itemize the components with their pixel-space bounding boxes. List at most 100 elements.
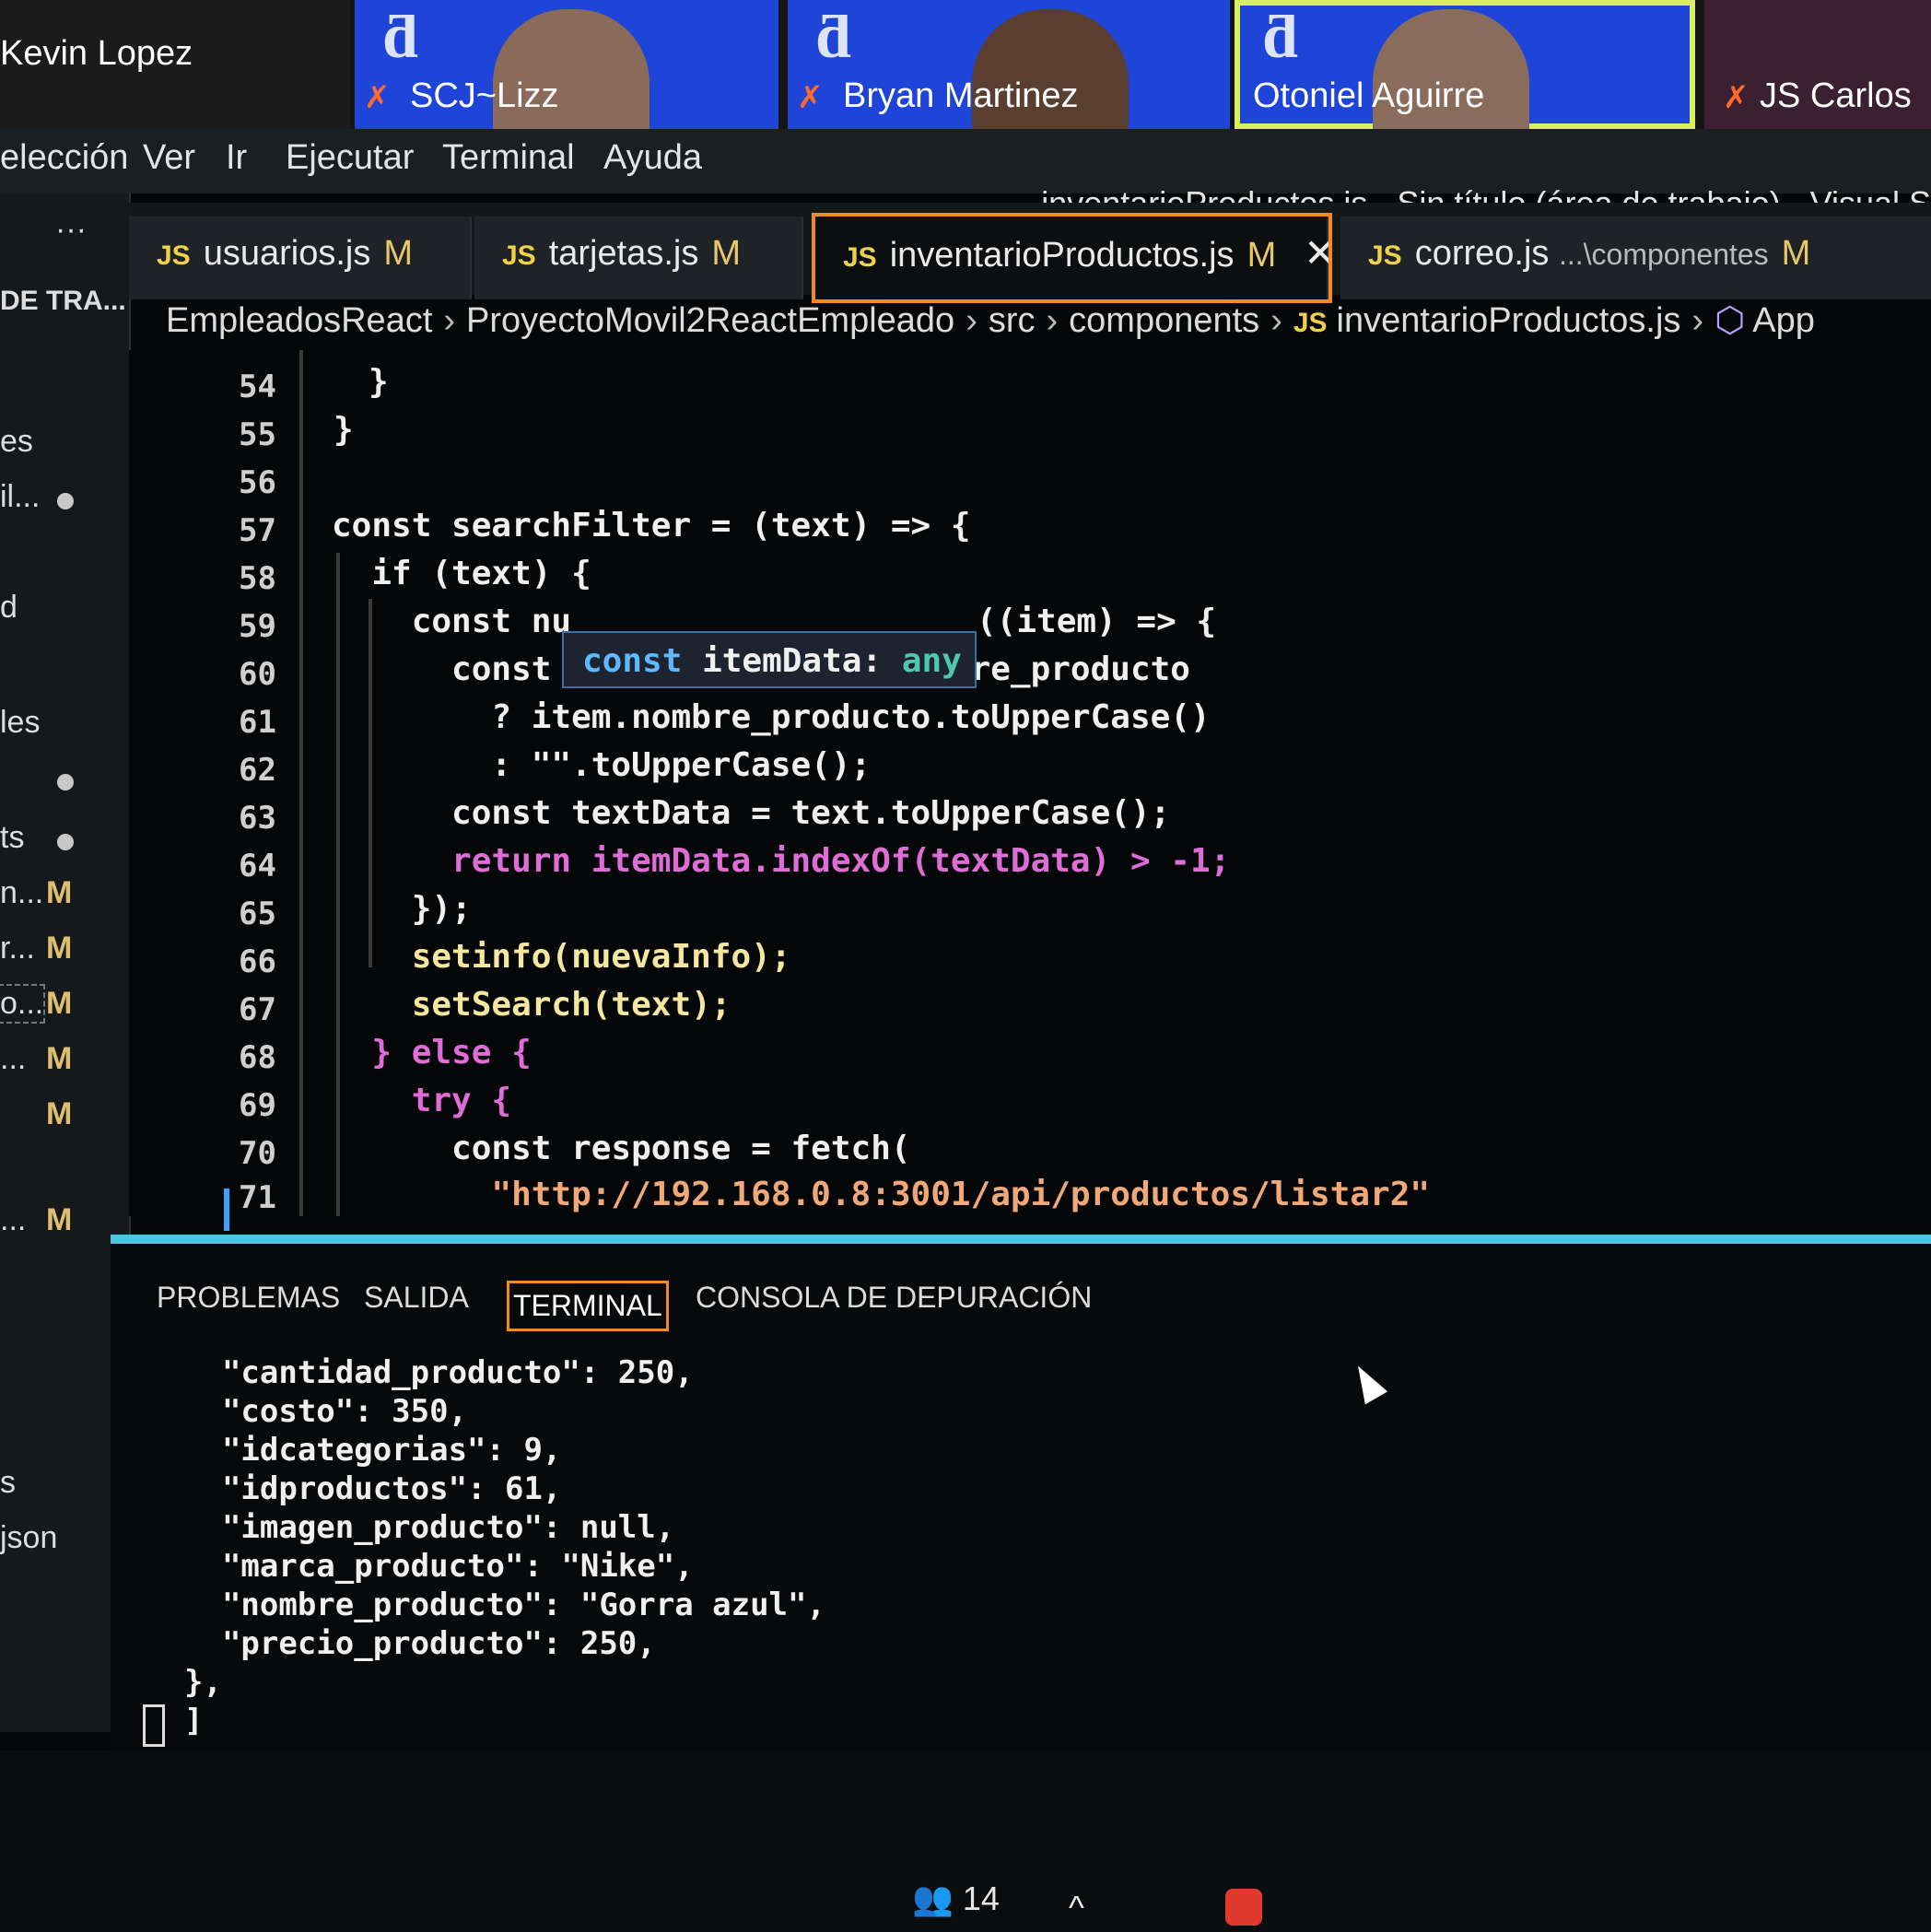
tab-label: correo.js: [1414, 234, 1550, 273]
tab-salida[interactable]: SALIDA: [364, 1281, 469, 1315]
js-file-icon: JS: [843, 242, 877, 273]
more-actions-icon[interactable]: ···: [55, 212, 87, 248]
file-item-selected[interactable]: o...: [0, 984, 46, 1024]
terminal-line: "cantidad_producto": 250,: [184, 1354, 694, 1391]
code-line: "http://192.168.0.8:3001/api/productos/l…: [332, 1176, 1431, 1213]
file-item[interactable]: es: [0, 424, 33, 460]
taskbar: 👥 14 ^: [0, 1751, 1931, 1932]
tab-problemas[interactable]: PROBLEMAS: [157, 1281, 340, 1315]
line-number: 56: [239, 464, 276, 501]
line-number: 64: [239, 848, 276, 884]
line-number: 67: [239, 991, 276, 1028]
hover-tooltip: const itemData: any: [562, 631, 977, 688]
tab-label: tarjetas.js: [548, 234, 699, 273]
modified-badge: M: [46, 875, 73, 910]
menu-ejecutar[interactable]: Ejecutar: [286, 138, 414, 178]
menu-seleccion[interactable]: elección: [0, 138, 128, 178]
terminal-line: "costo": 350,: [184, 1393, 468, 1430]
file-item[interactable]: ts: [0, 820, 24, 856]
code-line-tail: ((item) => {: [977, 603, 1217, 640]
code-line: const searchFilter = (text) => {: [332, 507, 971, 544]
close-icon[interactable]: ✕: [1304, 231, 1336, 275]
tab-correo[interactable]: JS correo.js ...\componentes M: [1340, 217, 1931, 299]
menu-ayuda[interactable]: Ayuda: [603, 138, 702, 178]
modified-badge: M: [1781, 234, 1811, 273]
line-number: 61: [239, 704, 276, 741]
breadcrumb: EmpleadosReact › ProyectoMovil2ReactEmplea…: [166, 299, 1815, 341]
tab-label: usuarios.js: [203, 234, 371, 273]
tooltip-name: itemData:: [702, 642, 883, 680]
participants-count: 14: [962, 1879, 1000, 1917]
tooltip-type: any: [901, 642, 962, 680]
indent-guide: [299, 350, 303, 1216]
chevron-right-icon: ›: [966, 301, 977, 340]
code-line: } else {: [332, 1034, 532, 1071]
terminal-line: },: [184, 1664, 222, 1701]
participant-name: JS Carlos: [1760, 76, 1912, 115]
terminal-line: ]: [184, 1703, 204, 1739]
js-file-icon: JS: [157, 240, 191, 271]
menu-terminal[interactable]: Terminal: [442, 138, 575, 178]
tab-consola-depuracion[interactable]: CONSOLA DE DEPURACIÓN: [696, 1281, 1092, 1315]
code-line: : "".toUpperCase();: [332, 746, 872, 784]
tab-terminal[interactable]: TERMINAL: [507, 1281, 669, 1331]
brand-logo: ƌ: [382, 1, 418, 72]
modified-dot-icon: [57, 493, 74, 509]
tab-path: ...\componentes: [1558, 238, 1769, 271]
brand-logo: ƌ: [1262, 1, 1298, 72]
code-line: if (text) {: [332, 555, 591, 592]
menu-ir[interactable]: Ir: [226, 138, 247, 178]
code-line: ? item.nombre_producto.toUpperCase(): [332, 698, 1211, 736]
file-item[interactable]: les: [0, 705, 40, 741]
file-item[interactable]: il...: [0, 479, 40, 515]
menu-ver[interactable]: Ver: [143, 138, 195, 178]
code-line: const textData = text.toUpperCase();: [332, 794, 1171, 832]
line-number: 63: [239, 800, 276, 837]
terminal-line: "imagen_producto": null,: [184, 1509, 675, 1546]
modified-badge: M: [383, 234, 413, 273]
code-editor[interactable]: 54 55 56 57 58 59 60 61 62 63 64 65 66 6…: [129, 350, 1931, 1216]
breadcrumb-item[interactable]: App: [1752, 301, 1815, 340]
muted-mic-icon: ✗: [797, 80, 824, 115]
js-file-icon: JS: [502, 240, 536, 271]
workspace-header[interactable]: DE TRA...: [0, 286, 126, 317]
code-line: setinfo(nuevaInfo);: [332, 938, 791, 976]
terminal-line: "idproductos": 61,: [184, 1470, 562, 1507]
file-item[interactable]: ...: [0, 1202, 26, 1238]
breadcrumb-item[interactable]: inventarioProductos.js: [1337, 301, 1681, 340]
file-item[interactable]: r...: [0, 931, 35, 966]
tab-tarjetas[interactable]: JS tarjetas.js M: [474, 217, 803, 299]
line-number-gutter: 54 55 56 57 58 59 60 61 62 63 64 65 66 6…: [129, 350, 295, 1216]
breadcrumb-item[interactable]: EmpleadosReact: [166, 301, 432, 340]
breadcrumb-item[interactable]: ProyectoMovil2ReactEmpleado: [466, 301, 954, 340]
terminal-cursor: [143, 1704, 165, 1747]
modified-dot-icon: [57, 834, 74, 850]
breadcrumb-item[interactable]: src: [989, 301, 1036, 340]
modified-badge: M: [711, 234, 741, 273]
file-item[interactable]: json: [0, 1520, 57, 1556]
code-line: const response = fetch(: [332, 1130, 911, 1167]
modified-dot-icon: [57, 774, 74, 790]
file-item[interactable]: d: [0, 590, 18, 626]
code-line: try {: [332, 1082, 512, 1119]
participant-tile[interactable]: ƌ ✗ Bryan Martinez: [788, 0, 1230, 129]
line-number: 69: [239, 1087, 276, 1124]
participant-tile[interactable]: Kevin Lopez: [0, 0, 350, 129]
chevron-up-icon[interactable]: ^: [1069, 1889, 1084, 1927]
participant-tile-speaking[interactable]: ƌ Otoniel Aguirre: [1235, 0, 1695, 129]
participants-button[interactable]: 👥 14: [912, 1879, 1000, 1918]
participant-tile[interactable]: ✗ JS Carlos: [1704, 0, 1931, 129]
file-item[interactable]: n...: [0, 875, 43, 911]
participant-tile[interactable]: ƌ ✗ SCJ~Lizz: [355, 0, 778, 129]
breadcrumb-item[interactable]: components: [1069, 301, 1259, 340]
chevron-right-icon: ›: [1691, 301, 1704, 340]
notification-icon[interactable]: [1225, 1889, 1262, 1926]
line-number: 59: [239, 608, 276, 645]
tab-inventarioProductos[interactable]: JS inventarioProductos.js M ✕: [812, 213, 1336, 303]
file-item[interactable]: ...: [0, 1041, 26, 1077]
muted-mic-icon: ✗: [1723, 80, 1750, 115]
tab-usuarios[interactable]: JS usuarios.js M: [129, 217, 472, 299]
terminal-line: "nombre_producto": "Gorra azul",: [184, 1587, 825, 1623]
code-line: });: [332, 890, 472, 928]
file-item[interactable]: s: [0, 1465, 16, 1501]
